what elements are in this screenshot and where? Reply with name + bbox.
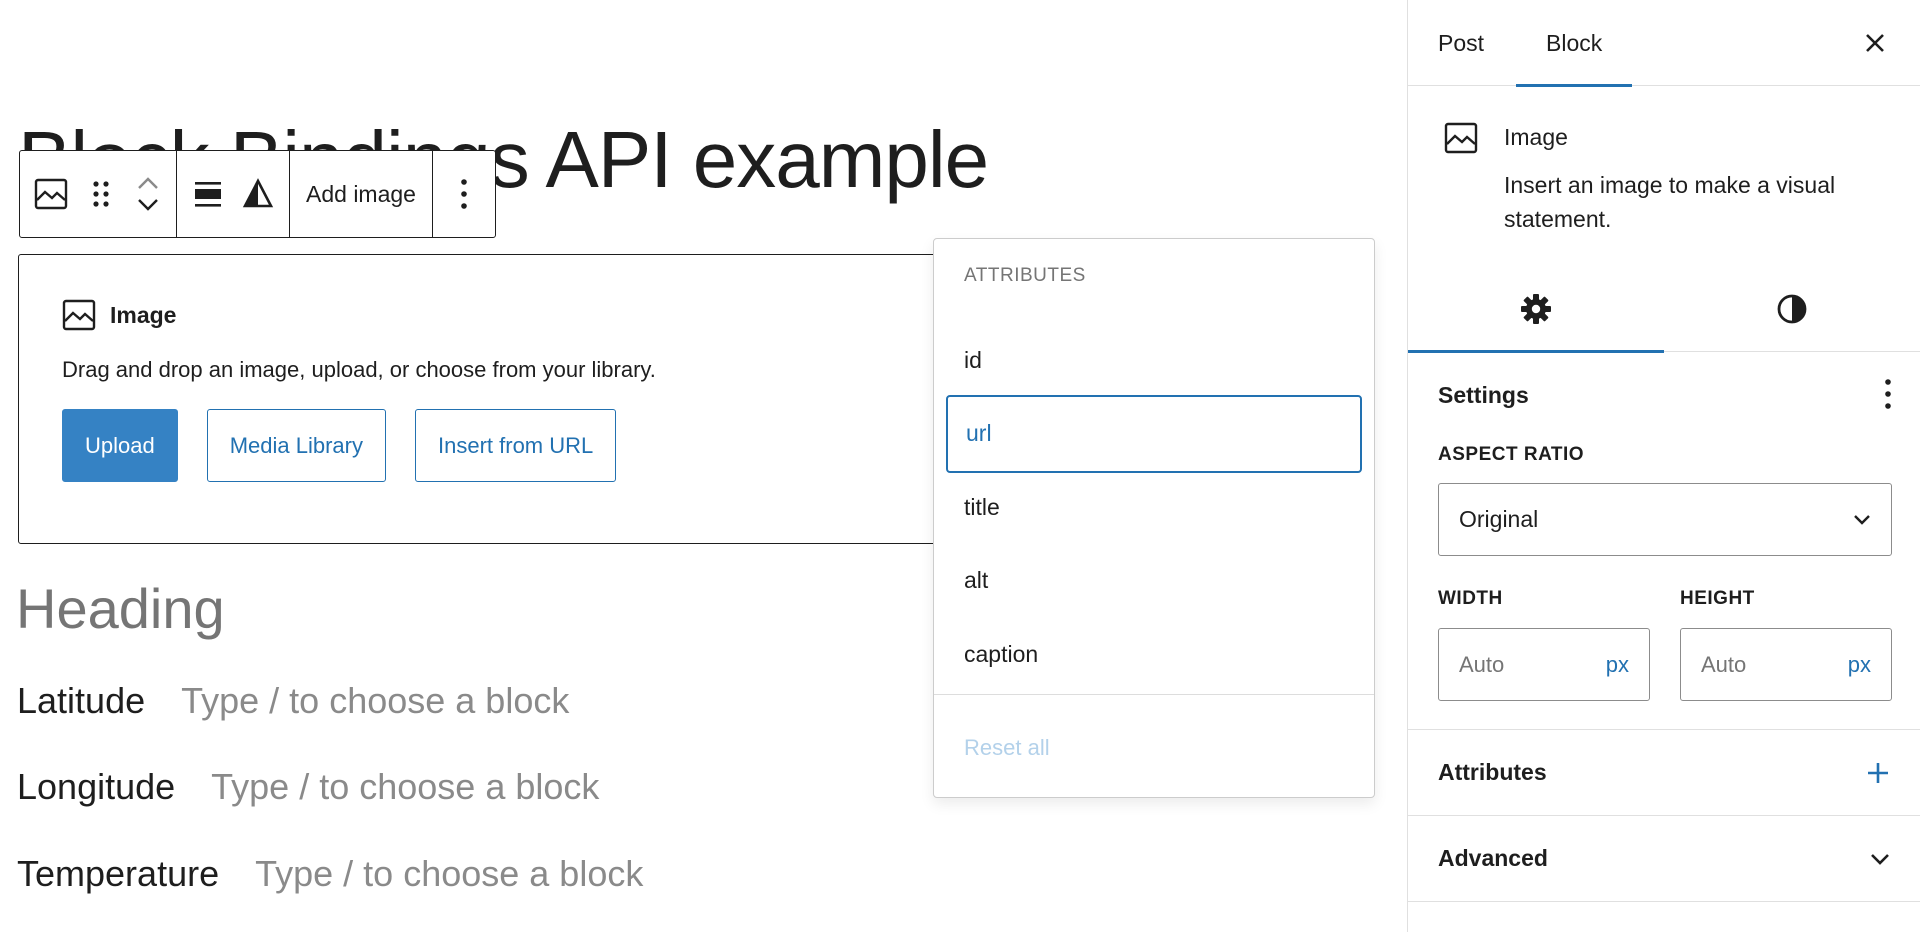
width-label: WIDTH xyxy=(1438,588,1503,609)
advanced-panel-title: Advanced xyxy=(1438,845,1548,871)
chevron-down-icon[interactable] xyxy=(136,198,160,212)
toolbar-group-more xyxy=(433,151,495,237)
width-unit-select[interactable]: px xyxy=(1606,652,1629,678)
tab-styles[interactable] xyxy=(1664,265,1920,352)
more-vertical-icon[interactable] xyxy=(439,159,489,229)
advanced-panel-toggle[interactable]: Advanced xyxy=(1408,816,1920,902)
toolbar-group-style xyxy=(177,151,290,237)
aspect-ratio-select[interactable]: Original xyxy=(1438,483,1892,556)
dropdown-separator xyxy=(934,694,1374,695)
paragraph-row-longitude[interactable]: Longitude Type / to choose a block xyxy=(17,766,599,808)
height-input[interactable] xyxy=(1701,651,1821,678)
placeholder-title: Image xyxy=(110,301,177,328)
height-unit-select[interactable]: px xyxy=(1848,652,1871,678)
paragraph-label: Temperature xyxy=(17,853,220,894)
block-card: Image Insert an image to make a visual s… xyxy=(1408,86,1920,256)
contrast-icon xyxy=(1777,294,1807,323)
sidebar-tabs: Post Block xyxy=(1408,0,1920,87)
tab-settings[interactable] xyxy=(1408,265,1664,353)
add-image-button[interactable]: Add image xyxy=(290,151,432,237)
aspect-ratio-label: ASPECT RATIO xyxy=(1438,444,1585,465)
inspector-tabs xyxy=(1408,265,1920,353)
paragraph-placeholder: Type / to choose a block xyxy=(181,680,570,721)
aspect-ratio-value: Original xyxy=(1459,506,1539,532)
heading-block-placeholder[interactable]: Heading xyxy=(16,576,225,641)
toolbar-group-replace: Add image xyxy=(290,151,433,237)
paragraph-placeholder: Type / to choose a block xyxy=(255,853,644,894)
height-label: HEIGHT xyxy=(1680,588,1755,609)
close-icon[interactable] xyxy=(1856,24,1894,62)
attribute-item-caption[interactable]: caption xyxy=(946,615,1362,693)
editor-canvas: Block Bindings API example Add image Ima… xyxy=(0,0,1407,932)
image-icon[interactable] xyxy=(26,159,76,229)
chevron-up-icon[interactable] xyxy=(136,176,160,190)
toolbar-group-block xyxy=(20,151,177,237)
settings-panel: Settings ASPECT RATIO Original WIDTH HEI… xyxy=(1408,352,1920,730)
duotone-icon[interactable] xyxy=(233,159,283,229)
settings-panel-title: Settings xyxy=(1438,382,1529,408)
more-vertical-icon[interactable] xyxy=(1884,378,1892,415)
paragraph-row-latitude[interactable]: Latitude Type / to choose a block xyxy=(17,680,569,722)
attributes-panel-title: Attributes xyxy=(1438,759,1547,785)
paragraph-placeholder: Type / to choose a block xyxy=(211,766,600,807)
block-card-title: Image xyxy=(1504,124,1568,150)
tab-post[interactable]: Post xyxy=(1438,0,1484,86)
attribute-item-id[interactable]: id xyxy=(946,321,1362,399)
paragraph-label: Latitude xyxy=(17,680,146,721)
chevron-down-icon xyxy=(1871,853,1889,865)
image-icon xyxy=(1444,122,1478,159)
attribute-item-url[interactable]: url xyxy=(946,394,1362,473)
gear-icon xyxy=(1521,293,1551,324)
block-card-description: Insert an image to make a visual stateme… xyxy=(1504,172,1836,232)
attributes-dropdown: ATTRIBUTES id url title alt caption Rese… xyxy=(933,238,1375,798)
reset-all-button[interactable]: Reset all xyxy=(964,735,1050,761)
width-input[interactable] xyxy=(1459,651,1579,678)
media-library-button[interactable]: Media Library xyxy=(206,409,386,482)
plus-icon[interactable] xyxy=(1866,761,1890,785)
insert-from-url-button[interactable]: Insert from URL xyxy=(415,409,617,482)
chevron-down-icon xyxy=(1854,514,1870,525)
tab-block[interactable]: Block xyxy=(1515,0,1633,87)
block-toolbar: Add image xyxy=(19,150,496,238)
height-field: px xyxy=(1680,628,1892,701)
width-field: px xyxy=(1438,628,1650,701)
align-none-icon[interactable] xyxy=(183,159,233,229)
upload-button[interactable]: Upload xyxy=(62,409,178,482)
image-icon xyxy=(62,299,96,331)
block-mover xyxy=(126,159,170,229)
paragraph-label: Longitude xyxy=(17,766,176,807)
dropdown-heading: ATTRIBUTES xyxy=(964,265,1086,286)
paragraph-row-temperature[interactable]: Temperature Type / to choose a block xyxy=(17,853,643,895)
attribute-item-title[interactable]: title xyxy=(946,468,1362,546)
attributes-panel-toggle[interactable]: Attributes xyxy=(1408,730,1920,816)
attribute-item-alt[interactable]: alt xyxy=(946,542,1362,620)
drag-handle-icon[interactable] xyxy=(76,159,126,229)
settings-sidebar: Post Block Image Insert an image to make… xyxy=(1407,0,1920,932)
